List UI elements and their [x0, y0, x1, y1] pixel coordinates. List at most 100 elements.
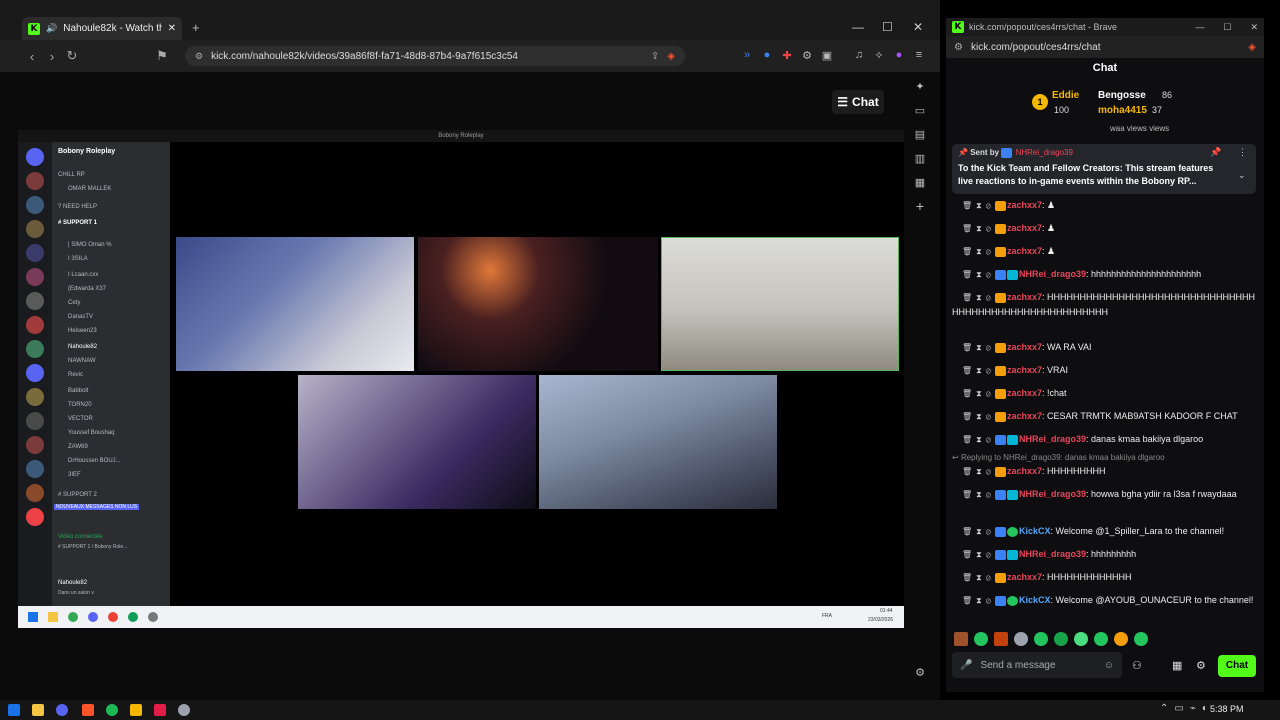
- mod-actions-icon[interactable]: 🗑⧗⊘: [952, 293, 995, 302]
- maximize-button[interactable]: ☐: [1223, 22, 1231, 33]
- tray-icons[interactable]: ⌃▭⌁◐: [1160, 703, 1214, 714]
- mod-actions-icon[interactable]: 🗑⧗⊘: [952, 343, 995, 352]
- mod-actions-icon[interactable]: 🗑⧗⊘: [952, 490, 995, 499]
- chat-tools-icon[interactable]: ⚇: [1132, 659, 1142, 672]
- emote-icon[interactable]: [1094, 632, 1108, 646]
- close-tab-icon[interactable]: ✕: [168, 23, 176, 34]
- chat-username[interactable]: zachxx7: [1007, 365, 1042, 375]
- mod-actions-icon[interactable]: 🗑⧗⊘: [952, 435, 995, 444]
- chat-username[interactable]: KickCX: [1019, 526, 1051, 536]
- chat-username[interactable]: zachxx7: [1007, 246, 1042, 256]
- back-icon[interactable]: ‹: [22, 49, 42, 64]
- chat-username[interactable]: zachxx7: [1007, 223, 1042, 233]
- share-icon[interactable]: ⇪: [651, 51, 659, 62]
- add-panel-icon[interactable]: +: [913, 198, 927, 214]
- app-icon[interactable]: [154, 704, 166, 716]
- close-window-button[interactable]: ✕: [913, 20, 923, 34]
- extensions-icon[interactable]: ⚙: [800, 49, 814, 63]
- emote-icon[interactable]: [1014, 632, 1028, 646]
- app-icon[interactable]: [178, 704, 190, 716]
- app-icon[interactable]: [130, 704, 142, 716]
- mod-actions-icon[interactable]: 🗑⧗⊘: [952, 550, 995, 559]
- site-info-icon[interactable]: ⚙: [195, 51, 203, 62]
- mod-actions-icon[interactable]: 🗑⧗⊘: [952, 596, 995, 605]
- message-input[interactable]: 🎤 Send a message ☺: [952, 652, 1122, 678]
- minimize-button[interactable]: —: [852, 20, 864, 34]
- reading-icon[interactable]: ▭: [913, 104, 927, 118]
- unpin-icon[interactable]: 📌: [1210, 147, 1221, 158]
- sidebar-toggle-icon[interactable]: ▣: [820, 49, 834, 63]
- chat-username[interactable]: KickCX: [1019, 595, 1051, 605]
- emote-icon[interactable]: [1114, 632, 1128, 646]
- extension-icon-1[interactable]: »: [740, 49, 754, 63]
- mod-actions-icon[interactable]: 🗑⧗⊘: [952, 573, 995, 582]
- chat-username[interactable]: zachxx7: [1007, 292, 1042, 302]
- extension-icon-2[interactable]: ●: [760, 49, 774, 63]
- minimize-button[interactable]: —: [1195, 22, 1204, 32]
- brave-shield-icon[interactable]: ◈: [667, 51, 675, 62]
- settings-icon[interactable]: ⚙: [913, 666, 927, 680]
- mod-actions-icon[interactable]: 🗑⧗⊘: [952, 389, 995, 398]
- brave-icon[interactable]: [82, 704, 94, 716]
- chat-username[interactable]: NHRei_drago39: [1019, 549, 1086, 559]
- folder-icon[interactable]: [32, 704, 44, 716]
- chat-username[interactable]: NHRei_drago39: [1019, 434, 1086, 444]
- expand-icon[interactable]: ⌄: [1238, 170, 1246, 181]
- more-options-icon[interactable]: ⋮: [1238, 147, 1247, 158]
- media-icon[interactable]: ♫: [852, 49, 866, 63]
- extension-icon-3[interactable]: ✚: [780, 49, 794, 63]
- tab-vod[interactable]: K 🔊 Nahoule82k - Watch the VOD ✕: [22, 17, 182, 40]
- mod-actions-icon[interactable]: 🗑⧗⊘: [952, 247, 995, 256]
- brave-shield-icon[interactable]: ◈: [1248, 42, 1256, 53]
- emote-icon[interactable]: [954, 632, 968, 646]
- maximize-button[interactable]: ☐: [882, 20, 893, 34]
- send-chat-button[interactable]: Chat: [1218, 655, 1256, 677]
- chat-username[interactable]: zachxx7: [1007, 466, 1042, 476]
- windows-start-icon[interactable]: [8, 704, 20, 716]
- address-bar[interactable]: ⚙ kick.com/nahoule82k/videos/39a86f8f-fa…: [185, 46, 685, 66]
- mod-actions-icon[interactable]: 🗑⧗⊘: [952, 224, 995, 233]
- chat-username[interactable]: zachxx7: [1007, 388, 1042, 398]
- close-window-button[interactable]: ✕: [1250, 22, 1258, 33]
- forward-icon[interactable]: ›: [42, 49, 62, 64]
- mod-actions-icon[interactable]: 🗑⧗⊘: [952, 366, 995, 375]
- chat-username[interactable]: zachxx7: [1007, 342, 1042, 352]
- settings-icon[interactable]: ⚙: [1196, 659, 1206, 672]
- emote-icon[interactable]: [1054, 632, 1068, 646]
- mod-actions-icon[interactable]: 🗑⧗⊘: [952, 412, 995, 421]
- microphone-icon[interactable]: 🎤: [960, 660, 972, 671]
- emoji-icon[interactable]: ☺: [1104, 660, 1114, 671]
- badge-icon: [1001, 148, 1013, 158]
- emote-icon[interactable]: [974, 632, 988, 646]
- menu-icon[interactable]: ≡: [912, 49, 926, 63]
- app-icon[interactable]: [56, 704, 68, 716]
- rewards-icon[interactable]: ✧: [872, 49, 886, 63]
- chat-username[interactable]: zachxx7: [1007, 411, 1042, 421]
- emote-icon[interactable]: [1134, 632, 1148, 646]
- reading-list-icon[interactable]: ▦: [913, 176, 927, 190]
- leo-icon[interactable]: ✦: [913, 80, 927, 94]
- mod-actions-icon[interactable]: 🗑⧗⊘: [952, 527, 995, 536]
- gift-icon[interactable]: ▦: [1172, 659, 1182, 672]
- chat-address-bar[interactable]: ⚙ kick.com/popout/ces4rrs/chat ◈: [946, 36, 1264, 58]
- new-tab-button[interactable]: +: [192, 20, 200, 35]
- chat-toggle-button[interactable]: ☰ Chat: [832, 90, 884, 114]
- mod-actions-icon[interactable]: 🗑⧗⊘: [952, 467, 995, 476]
- chat-username[interactable]: NHRei_drago39: [1019, 489, 1086, 499]
- video-player[interactable]: Bobony Roleplay Bobony Roleplay CHILL RP…: [18, 130, 904, 628]
- wallet-icon[interactable]: ▤: [913, 128, 927, 142]
- reload-icon[interactable]: ↻: [62, 48, 82, 64]
- emote-icon[interactable]: [1034, 632, 1048, 646]
- mod-actions-icon[interactable]: 🗑⧗⊘: [952, 201, 995, 210]
- mod-actions-icon[interactable]: 🗑⧗⊘: [952, 270, 995, 279]
- chat-username[interactable]: zachxx7: [1007, 200, 1042, 210]
- bookmarks-icon[interactable]: ▥: [913, 152, 927, 166]
- emote-icon[interactable]: [1074, 632, 1088, 646]
- server-icon: [26, 340, 44, 358]
- bookmark-icon[interactable]: ⚑: [152, 48, 172, 64]
- spotify-icon[interactable]: [106, 704, 118, 716]
- chat-username[interactable]: zachxx7: [1007, 572, 1042, 582]
- chat-username[interactable]: NHRei_drago39: [1019, 269, 1086, 279]
- emote-icon[interactable]: [994, 632, 1008, 646]
- vpn-icon[interactable]: ●: [892, 49, 906, 63]
